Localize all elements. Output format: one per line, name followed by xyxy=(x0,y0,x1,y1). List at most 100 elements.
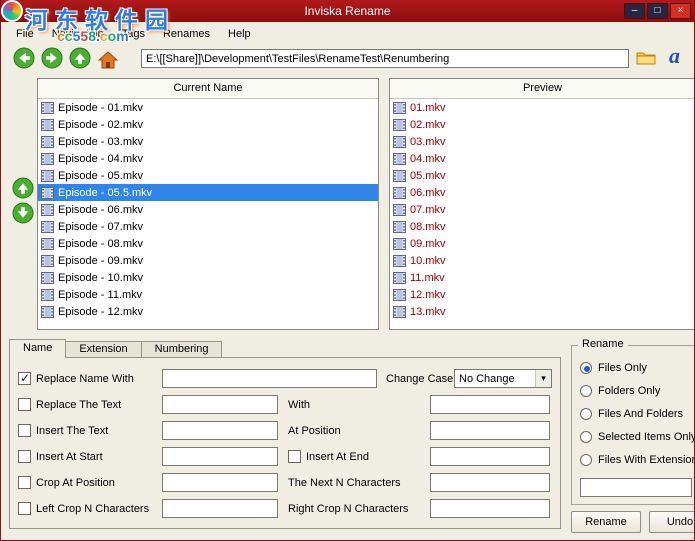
menu-item-renames[interactable]: Renames xyxy=(154,25,219,43)
file-name: 10.mkv xyxy=(410,255,445,267)
file-row[interactable]: Episode - 07.mkv xyxy=(38,218,378,235)
file-name: Episode - 01.mkv xyxy=(58,102,143,114)
file-row[interactable]: Episode - 05.5.mkv xyxy=(38,184,378,201)
radio-files-with-extensions[interactable]: Files With Extensions xyxy=(572,448,695,471)
address-bar-input[interactable] xyxy=(141,49,629,68)
file-row[interactable]: 01.mkv xyxy=(390,99,695,116)
rename-scope-options: Files OnlyFolders OnlyFiles And Folders S… xyxy=(572,356,695,471)
replace-text-search-input[interactable] xyxy=(162,395,278,414)
file-row[interactable]: Episode - 10.mkv xyxy=(38,269,378,286)
change-case-value: No Change xyxy=(455,373,535,385)
right-crop-input[interactable] xyxy=(430,499,550,518)
home-icon[interactable] xyxy=(97,49,119,71)
menu-item-file[interactable]: File xyxy=(7,25,43,43)
file-row[interactable]: Episode - 08.mkv xyxy=(38,235,378,252)
film-icon xyxy=(393,289,406,301)
file-name: Episode - 12.mkv xyxy=(58,306,143,318)
preview-header[interactable]: Preview xyxy=(390,79,695,99)
radio-button-icon[interactable] xyxy=(580,362,592,374)
move-down-icon[interactable] xyxy=(12,202,34,224)
file-row[interactable]: 09.mkv xyxy=(390,235,695,252)
minimize-button[interactable]: – xyxy=(624,3,645,19)
inviska-rename-window: I Inviska Rename – □ × FileNavigationTag… xyxy=(0,0,695,541)
file-name: 01.mkv xyxy=(410,102,445,114)
file-row[interactable]: Episode - 11.mkv xyxy=(38,286,378,303)
radio-button-icon[interactable] xyxy=(580,431,592,443)
crop-length-input[interactable] xyxy=(430,473,550,492)
file-row[interactable]: Episode - 02.mkv xyxy=(38,116,378,133)
insert-at-end-input[interactable] xyxy=(430,447,550,466)
crop-position-input[interactable] xyxy=(162,473,278,492)
replace-name-with-input[interactable] xyxy=(162,369,377,388)
radio-files-only[interactable]: Files Only xyxy=(572,356,695,379)
file-row[interactable]: Episode - 05.mkv xyxy=(38,167,378,184)
file-name: Episode - 03.mkv xyxy=(58,136,143,148)
file-row[interactable]: Episode - 04.mkv xyxy=(38,150,378,167)
file-row[interactable]: Episode - 06.mkv xyxy=(38,201,378,218)
radio-label: Selected Items Only xyxy=(598,431,695,443)
left-crop-checkbox[interactable] xyxy=(18,502,31,515)
file-row[interactable]: 08.mkv xyxy=(390,218,695,235)
change-case-select[interactable]: No Change ▾ xyxy=(454,369,552,388)
file-row[interactable]: 13.mkv xyxy=(390,303,695,320)
left-crop-input[interactable] xyxy=(162,499,278,518)
rename-button[interactable]: Rename xyxy=(571,511,641,533)
window-title: Inviska Rename xyxy=(1,4,694,18)
file-row[interactable]: 07.mkv xyxy=(390,201,695,218)
tab-extension[interactable]: Extension xyxy=(65,341,141,357)
file-name: 03.mkv xyxy=(410,136,445,148)
file-row[interactable]: 12.mkv xyxy=(390,286,695,303)
up-directory-icon[interactable] xyxy=(69,47,91,69)
file-row[interactable]: 02.mkv xyxy=(390,116,695,133)
file-row[interactable]: 10.mkv xyxy=(390,252,695,269)
file-row[interactable]: 03.mkv xyxy=(390,133,695,150)
insert-position-input[interactable] xyxy=(430,421,550,440)
radio-folders-only[interactable]: Folders Only xyxy=(572,379,695,402)
close-button[interactable]: × xyxy=(670,3,691,19)
tab-name[interactable]: Name xyxy=(9,339,66,358)
window-controls: – □ × xyxy=(624,3,691,19)
file-row[interactable]: 04.mkv xyxy=(390,150,695,167)
crop-at-position-checkbox[interactable] xyxy=(18,476,31,489)
replace-text-with-input[interactable] xyxy=(430,395,550,414)
insert-at-end-checkbox[interactable] xyxy=(288,450,301,463)
insert-text-input[interactable] xyxy=(162,421,278,440)
replace-the-text-checkbox[interactable] xyxy=(18,398,31,411)
menu-item-tags[interactable]: Tags xyxy=(113,25,154,43)
film-icon xyxy=(393,153,406,165)
undo-button[interactable]: Undo xyxy=(649,511,695,533)
file-row[interactable]: 06.mkv xyxy=(390,184,695,201)
radio-button-icon[interactable] xyxy=(580,385,592,397)
back-icon[interactable] xyxy=(13,47,35,69)
font-settings-icon[interactable]: a xyxy=(669,45,680,67)
menu-item-navigation[interactable]: Navigation xyxy=(43,25,113,43)
radio-files-and-folders[interactable]: Files And Folders xyxy=(572,402,695,425)
file-row[interactable]: Episode - 09.mkv xyxy=(38,252,378,269)
replace-name-with-checkbox[interactable] xyxy=(18,372,31,385)
film-icon xyxy=(41,187,54,199)
radio-button-icon[interactable] xyxy=(580,408,592,420)
file-row[interactable]: Episode - 01.mkv xyxy=(38,99,378,116)
insert-the-text-checkbox[interactable] xyxy=(18,424,31,437)
maximize-button[interactable]: □ xyxy=(647,3,668,19)
extensions-filter-input[interactable] xyxy=(580,478,692,497)
insert-at-start-checkbox[interactable] xyxy=(18,450,31,463)
current-name-header[interactable]: Current Name xyxy=(38,79,378,99)
file-name: 06.mkv xyxy=(410,187,445,199)
film-icon xyxy=(393,204,406,216)
insert-at-start-input[interactable] xyxy=(162,447,278,466)
file-name: Episode - 09.mkv xyxy=(58,255,143,267)
radio-button-icon[interactable] xyxy=(580,454,592,466)
preview-list-body: 01.mkv 02.mkv 03.mkv 04.mkv05.mkv 06.mkv 07.m… xyxy=(390,99,695,329)
file-row[interactable]: Episode - 03.mkv xyxy=(38,133,378,150)
film-icon xyxy=(393,119,406,131)
tab-numbering[interactable]: Numbering xyxy=(141,341,223,357)
file-row[interactable]: 05.mkv xyxy=(390,167,695,184)
menu-item-help[interactable]: Help xyxy=(219,25,260,43)
file-row[interactable]: Episode - 12.mkv xyxy=(38,303,378,320)
forward-icon[interactable] xyxy=(41,47,63,69)
move-up-icon[interactable] xyxy=(12,177,34,199)
radio-selected-items-only[interactable]: Selected Items Only xyxy=(572,425,695,448)
file-row[interactable]: 11.mkv xyxy=(390,269,695,286)
open-folder-icon[interactable] xyxy=(636,50,656,66)
